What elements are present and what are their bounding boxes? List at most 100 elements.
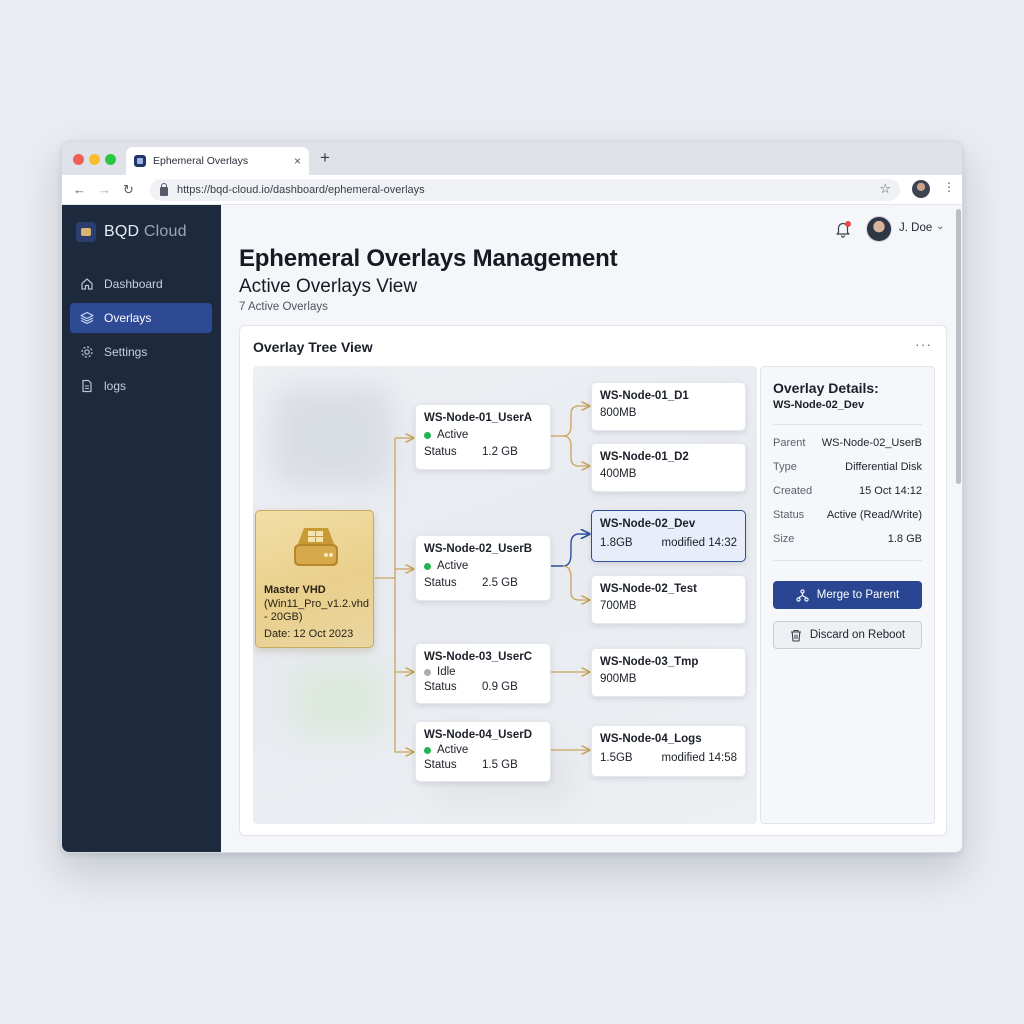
details-subject: WS-Node-02_Dev	[773, 399, 865, 411]
sidebar-item-logs[interactable]: logs	[70, 371, 212, 401]
detail-key: Type	[773, 461, 797, 473]
minimize-window-button[interactable]	[89, 154, 100, 165]
sidebar: BQD Cloud Dashboard Overlays Settings lo…	[62, 205, 221, 852]
leaf-size-row: 1.5GB modified 14:58	[600, 752, 737, 764]
tab-close-icon[interactable]: ×	[294, 154, 301, 168]
status-text: Idle	[437, 666, 456, 678]
master-vhd-node[interactable]: Master VHD (Win11_Pro_v1.2.vhd - 20GB) D…	[255, 510, 374, 648]
leaf-title: WS-Node-03_Tmp	[600, 656, 699, 668]
more-options-icon[interactable]: ···	[915, 336, 932, 352]
tree-canvas: Master VHD (Win11_Pro_v1.2.vhd - 20GB) D…	[253, 366, 757, 824]
notification-badge	[845, 221, 851, 227]
leaf-size: 800MB	[600, 407, 637, 419]
sidebar-item-dashboard[interactable]: Dashboard	[70, 269, 212, 299]
layers-icon	[80, 311, 94, 325]
sidebar-item-label: logs	[104, 379, 127, 393]
overlay-node-userA[interactable]: WS-Node-01_UserA Active Status 1.2 GB	[415, 404, 551, 470]
browser-tab[interactable]: Ephemeral Overlays ×	[126, 147, 309, 175]
browser-window: Ephemeral Overlays × + ← → ↻ https://bqd…	[61, 141, 963, 853]
reload-button[interactable]: ↻	[123, 181, 134, 199]
sidebar-item-label: Settings	[104, 345, 148, 359]
tab-strip: Ephemeral Overlays × +	[62, 142, 962, 175]
notification-bell-icon[interactable]	[834, 220, 852, 238]
leaf-size: 400MB	[600, 468, 637, 480]
hard-drive-icon	[294, 528, 338, 566]
size-row: Status 2.5 GB	[424, 577, 542, 589]
node-title: WS-Node-01_UserA	[424, 412, 532, 424]
sidebar-item-settings[interactable]: Settings	[70, 337, 212, 367]
page-title: Ephemeral Overlays Management	[239, 245, 618, 272]
status-indicator: Active	[424, 744, 542, 756]
brand-name: BQD Cloud	[104, 223, 187, 240]
overlay-leaf-02-test[interactable]: WS-Node-02_Test 700MB	[591, 575, 746, 624]
address-bar[interactable]: https://bqd-cloud.io/dashboard/ephemeral…	[150, 179, 900, 201]
leaf-title: WS-Node-02_Test	[600, 583, 697, 595]
leaf-size-row: 900MB	[600, 673, 737, 685]
home-icon	[80, 277, 94, 291]
overlay-node-userD[interactable]: WS-Node-04_UserD Active Status 1.5 GB	[415, 721, 551, 782]
avatar[interactable]	[866, 216, 892, 242]
leaf-size: 1.8GB	[600, 537, 633, 549]
leaf-size-row: 800MB	[600, 407, 737, 419]
detail-key: Size	[773, 533, 795, 545]
leaf-size-row: 1.8GB modified 14:32	[600, 537, 737, 549]
overlay-count: 7 Active Overlays	[239, 301, 328, 313]
leaf-title: WS-Node-02_Dev	[600, 518, 696, 530]
forward-button[interactable]: →	[98, 181, 111, 199]
details-title: Overlay Details:	[773, 380, 879, 396]
detail-value: 1.8 GB	[887, 533, 922, 545]
brand: BQD Cloud	[76, 222, 187, 242]
status-label: Status	[424, 759, 457, 771]
status-dot	[424, 668, 431, 676]
size-row: Status 0.9 GB	[424, 681, 542, 693]
overlay-leaf-01-d1[interactable]: WS-Node-01_D1 800MB	[591, 382, 746, 431]
status-label: Status	[424, 681, 457, 693]
detail-value: WS-Node-02_UserB	[821, 437, 922, 449]
overlay-node-userC[interactable]: WS-Node-03_UserC Idle Status 0.9 GB	[415, 643, 551, 704]
overlay-leaf-04-logs[interactable]: WS-Node-04_Logs 1.5GB modified 14:58	[591, 725, 746, 777]
user-name[interactable]: J. Doe	[899, 222, 932, 234]
status-dot	[424, 562, 431, 570]
close-window-button[interactable]	[73, 154, 84, 165]
discard-label: Discard on Reboot	[809, 629, 906, 641]
detail-row-status: Status Active (Read/Write)	[773, 509, 922, 521]
status-indicator: Active	[424, 560, 542, 572]
back-button[interactable]: ←	[73, 181, 86, 199]
chevron-down-icon[interactable]: ⌄	[936, 221, 944, 232]
detail-key: Status	[773, 509, 805, 521]
maximize-window-button[interactable]	[105, 154, 116, 165]
card-title: Overlay Tree View	[253, 339, 373, 355]
status-indicator: Active	[424, 429, 542, 441]
trash-icon	[790, 629, 802, 642]
status-text: Active	[437, 560, 469, 572]
status-dot	[424, 431, 431, 439]
tab-title: Ephemeral Overlays	[153, 155, 249, 167]
bookmark-star-icon[interactable]: ☆	[879, 181, 891, 197]
leaf-modified: modified 14:32	[661, 537, 737, 549]
lock-icon	[160, 182, 168, 196]
leaf-size: 900MB	[600, 673, 637, 685]
status-text: Active	[437, 744, 469, 756]
merge-to-parent-button[interactable]: Merge to Parent	[773, 581, 922, 609]
node-title: WS-Node-03_UserC	[424, 651, 532, 663]
new-tab-button[interactable]: +	[320, 149, 330, 167]
sidebar-item-label: Overlays	[104, 311, 152, 325]
detail-row-size: Size 1.8 GB	[773, 533, 922, 545]
leaf-size-row: 400MB	[600, 468, 737, 480]
size-row: Status 1.2 GB	[424, 446, 542, 458]
overlay-leaf-02-dev[interactable]: WS-Node-02_Dev 1.8GB modified 14:32	[591, 510, 746, 562]
sidebar-item-overlays[interactable]: Overlays	[70, 303, 212, 333]
profile-avatar[interactable]	[912, 180, 930, 198]
overlay-node-userB[interactable]: WS-Node-02_UserB Active Status 2.5 GB	[415, 535, 551, 601]
leaf-size: 1.5GB	[600, 752, 633, 764]
master-title: Master VHD	[264, 584, 326, 596]
browser-menu-icon[interactable]: ⋮	[943, 180, 955, 194]
overlay-leaf-01-d2[interactable]: WS-Node-01_D2 400MB	[591, 443, 746, 492]
discard-on-reboot-button[interactable]: Discard on Reboot	[773, 621, 922, 649]
scrollbar[interactable]	[956, 209, 961, 484]
gear-icon	[80, 345, 94, 359]
node-size: 1.5 GB	[482, 759, 518, 771]
overlay-leaf-03-tmp[interactable]: WS-Node-03_Tmp 900MB	[591, 648, 746, 697]
master-file: (Win11_Pro_v1.2.vhd - 20GB)	[264, 598, 369, 623]
divider	[773, 560, 922, 561]
